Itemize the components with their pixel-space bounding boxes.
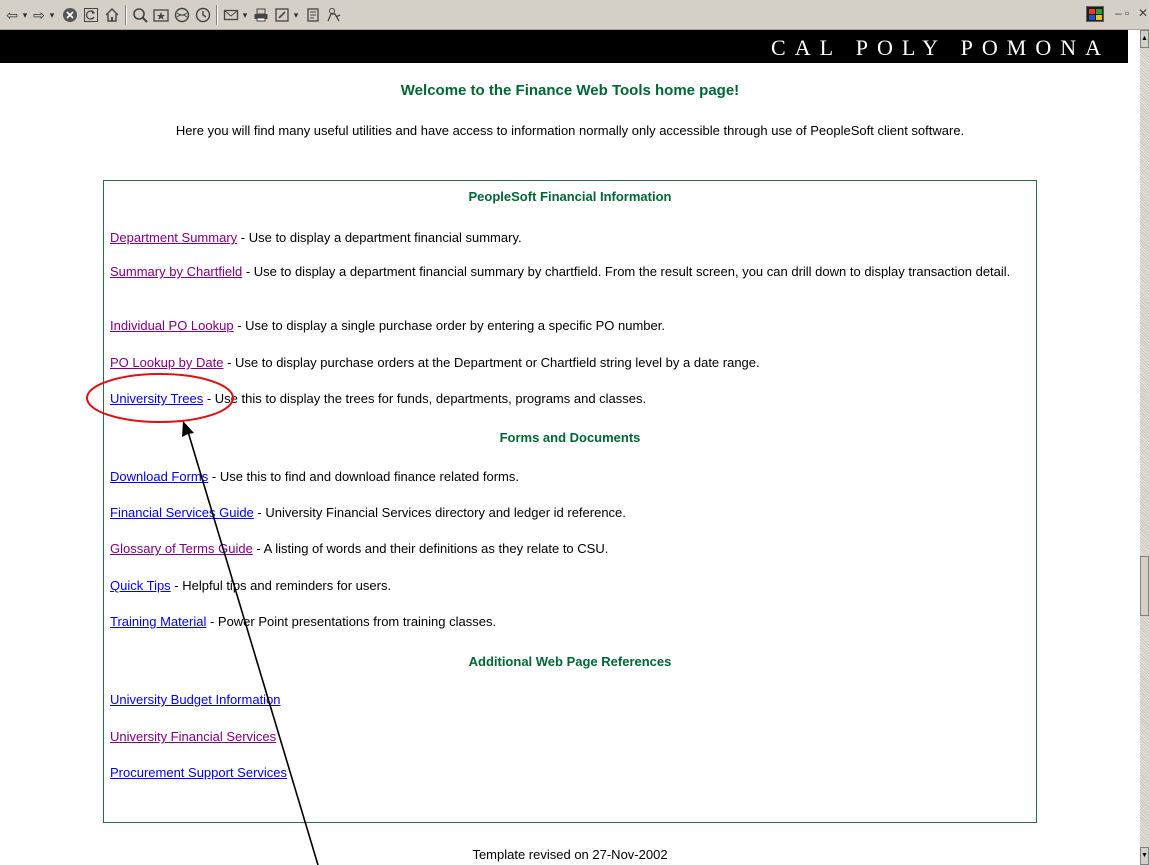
forward-icon[interactable]: ⇨	[31, 5, 47, 25]
search-icon[interactable]	[131, 5, 149, 25]
back-dropdown-icon[interactable]: ▾	[20, 5, 30, 25]
item-description: - Power Point presentations from trainin…	[206, 614, 497, 629]
item-description: - Use to display a department financial …	[237, 230, 522, 245]
list-item: Summary by Chartfield - Use to display a…	[110, 263, 1028, 281]
individual-po-lookup-link[interactable]: Individual PO Lookup	[110, 318, 234, 333]
forward-dropdown-icon[interactable]: ▾	[47, 5, 57, 25]
po-lookup-by-date-link[interactable]: PO Lookup by Date	[110, 355, 223, 370]
print-icon[interactable]	[252, 5, 270, 25]
scroll-thumb[interactable]	[1140, 556, 1149, 616]
history-icon[interactable]	[194, 5, 212, 25]
list-item: Training Material - Power Point presenta…	[110, 613, 1028, 631]
item-description: - Use this to display the trees for fund…	[203, 391, 647, 406]
welcome-heading: Welcome to the Finance Web Tools home pa…	[400, 82, 740, 99]
edit-icon[interactable]	[273, 5, 291, 25]
training-material-link[interactable]: Training Material	[110, 614, 206, 629]
vertical-scrollbar[interactable]: ▲ ▼	[1140, 30, 1149, 865]
media-icon[interactable]	[173, 5, 191, 25]
toolbar-separator	[125, 5, 127, 25]
summary-by-chartfield-link[interactable]: Summary by Chartfield	[110, 264, 242, 279]
quick-tips-link[interactable]: Quick Tips	[110, 578, 171, 593]
mail-icon[interactable]	[222, 5, 240, 25]
item-description: - Use to display purchase orders at the …	[223, 355, 760, 370]
discuss-icon[interactable]	[304, 5, 322, 25]
favorites-icon[interactable]	[152, 5, 170, 25]
section-title-additional: Additional Web Page References	[468, 654, 672, 669]
list-item: University Budget Information	[110, 691, 1028, 709]
refresh-icon[interactable]	[82, 5, 100, 25]
item-description: - Use to display a single purchase order…	[233, 318, 665, 333]
item-description: - Use this to find and download finance …	[208, 469, 519, 484]
procurement-support-services-link[interactable]: Procurement Support Services	[110, 765, 287, 780]
list-item: Financial Services Guide - University Fi…	[110, 504, 1028, 522]
list-item: Quick Tips - Helpful tips and reminders …	[110, 577, 1028, 595]
glossary-of-terms-guide-link[interactable]: Glossary of Terms Guide	[110, 541, 253, 556]
list-item: Individual PO Lookup - Use to display a …	[110, 317, 1028, 335]
close-icon[interactable]: ✕	[1138, 6, 1148, 20]
item-description: - University Financial Services director…	[253, 505, 626, 520]
item-description: - Helpful tips and reminders for users.	[170, 578, 392, 593]
back-icon[interactable]: ⇦	[4, 5, 20, 25]
mail-dropdown-icon[interactable]: ▾	[240, 5, 250, 25]
list-item: University Trees - Use this to display t…	[110, 390, 1028, 408]
department-summary-link[interactable]: Department Summary	[110, 230, 237, 245]
university-trees-link[interactable]: University Trees	[110, 391, 203, 406]
finance-tools-panel: PeopleSoft Financial Information Departm…	[103, 180, 1037, 823]
browser-toolbar: ⇦ ▾ ⇨ ▾ ▾ ▾ – ▫ ✕	[0, 0, 1149, 30]
financial-services-guide-link[interactable]: Financial Services Guide	[110, 505, 254, 520]
item-description: - Use to display a department financial …	[242, 264, 1011, 279]
download-forms-link[interactable]: Download Forms	[110, 469, 208, 484]
stop-icon[interactable]	[61, 5, 79, 25]
section-title-peoplesoft: PeopleSoft Financial Information	[468, 189, 672, 204]
cal-poly-pomona-banner: CAL POLY POMONA	[0, 30, 1128, 63]
list-item: Glossary of Terms Guide - A listing of w…	[110, 540, 1028, 558]
university-budget-information-link[interactable]: University Budget Information	[110, 692, 281, 707]
university-financial-services-link[interactable]: University Financial Services	[110, 729, 276, 744]
list-item: Download Forms - Use this to find and do…	[110, 468, 1028, 486]
toolbar-separator	[216, 5, 218, 25]
list-item: PO Lookup by Date - Use to display purch…	[110, 354, 1028, 372]
item-description: - A listing of words and their definitio…	[252, 541, 609, 556]
home-icon[interactable]	[103, 5, 121, 25]
windows-logo-icon	[1086, 6, 1104, 22]
intro-text: Here you will find many useful utilities…	[175, 123, 965, 138]
scroll-down-arrow-icon[interactable]: ▼	[1140, 847, 1149, 865]
list-item: Department Summary - Use to display a de…	[110, 229, 1028, 247]
messenger-icon[interactable]	[325, 5, 343, 25]
scroll-up-arrow-icon[interactable]: ▲	[1140, 30, 1149, 48]
minimize-icon[interactable]: –	[1115, 6, 1122, 20]
list-item: University Financial Services	[110, 728, 1028, 746]
restore-icon[interactable]: ▫	[1125, 6, 1129, 20]
list-item: Procurement Support Services	[110, 764, 1028, 782]
edit-dropdown-icon[interactable]: ▾	[291, 5, 301, 25]
template-revised-footer: Template revised on 27-Nov-2002	[472, 847, 668, 862]
section-title-forms: Forms and Documents	[499, 430, 641, 445]
